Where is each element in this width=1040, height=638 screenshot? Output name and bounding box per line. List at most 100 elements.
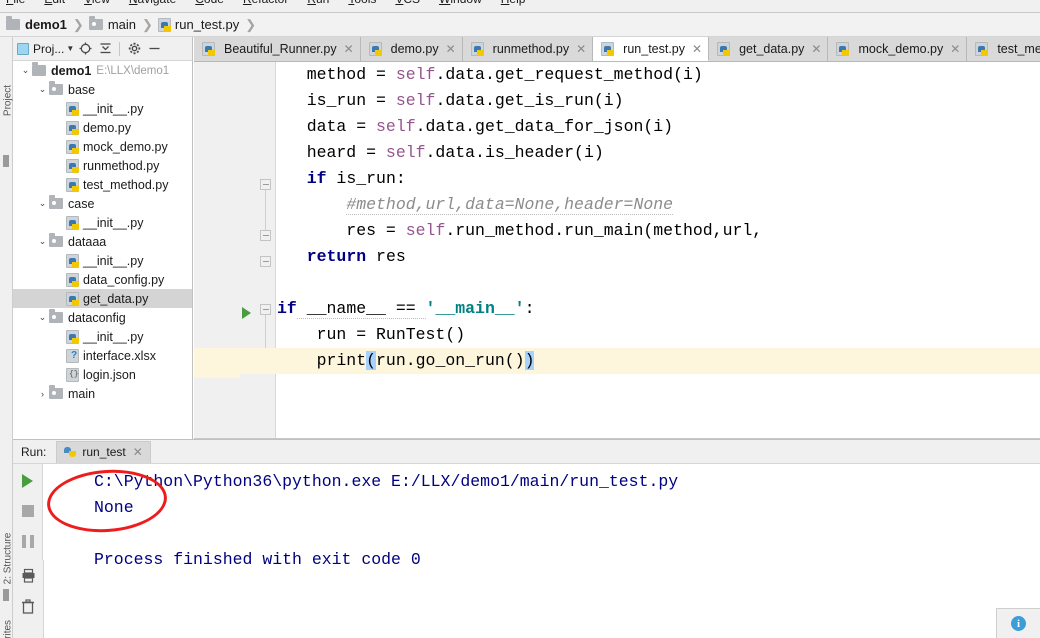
code-line-22: res = self.run_method.run_main(method,ur… <box>277 221 763 240</box>
tree-item-init-py[interactable]: __init__.py <box>13 327 192 346</box>
fold-marker-icon[interactable] <box>260 179 271 190</box>
editor-tab-run-test-py[interactable]: run_test.py ✕ <box>593 37 710 61</box>
close-icon[interactable]: ✕ <box>811 42 821 56</box>
menu-item-navigate[interactable]: Navigate <box>129 0 176 6</box>
tree-item-label: case <box>68 196 95 211</box>
menu-item-view[interactable]: View <box>84 0 110 6</box>
stripe-button-favorites[interactable]: Favorites <box>3 610 14 638</box>
folder-source-icon <box>49 81 63 95</box>
settings-gear-icon[interactable] <box>125 40 143 58</box>
left-tool-window-stripe: Project 2: Structure Favorites <box>0 37 14 638</box>
hide-tool-window-icon[interactable] <box>145 40 163 58</box>
menu-item-help[interactable]: Help <box>501 0 526 6</box>
chevron-down-icon[interactable]: ⌄ <box>19 65 32 76</box>
printer-icon[interactable] <box>17 564 39 586</box>
tree-item-init-py[interactable]: __init__.py <box>13 213 192 232</box>
code-line-20: if is_run: <box>306 169 406 188</box>
code-line-19: heard = self.data.is_header(i) <box>277 143 604 162</box>
editor-tab-demo-py[interactable]: demo.py ✕ <box>360 37 463 61</box>
fold-marker-icon[interactable] <box>260 256 271 267</box>
tree-item-demo-py[interactable]: demo.py <box>13 118 192 137</box>
folder-source-icon <box>49 309 63 323</box>
code-text[interactable]: method = self.data.get_request_method(i)… <box>194 62 1040 439</box>
stripe-button-project[interactable]: Project <box>3 77 14 125</box>
tree-item-main[interactable]: › main <box>13 384 192 403</box>
menu-item-edit[interactable]: Edit <box>44 0 65 6</box>
editor-tab-get-data-py[interactable]: get_data.py ✕ <box>709 37 829 61</box>
run-tool-window: Run: run_test ✕ C:\Python\Python36\pytho… <box>13 439 1040 638</box>
stop-icon[interactable] <box>17 500 39 522</box>
tree-item-init-py[interactable]: __init__.py <box>13 251 192 270</box>
chevron-down-icon[interactable]: ⌄ <box>36 84 49 95</box>
tree-item-get-data-py[interactable]: get_data.py <box>13 289 192 308</box>
tree-item-case[interactable]: ⌄ case <box>13 194 192 213</box>
pycharm-window: File Edit View Navigate Code Refactor Run Tools… <box>0 0 1040 638</box>
breadcrumb-separator-icon: ❯ <box>142 16 153 32</box>
menu-item-refactor[interactable]: Refactor <box>243 0 288 6</box>
run-pane-label: Run: <box>21 445 47 459</box>
stripe-button-structure[interactable]: 2: Structure <box>3 528 14 590</box>
rerun-icon[interactable] <box>17 470 39 492</box>
menu-item-file[interactable]: File <box>6 0 25 6</box>
tree-item-init-py[interactable]: __init__.py <box>13 99 192 118</box>
python-file-icon <box>66 101 79 116</box>
tree-item-base[interactable]: ⌄ base <box>13 80 192 99</box>
menu-item-run[interactable]: Run <box>307 0 329 6</box>
run-line-marker-icon[interactable] <box>242 307 251 319</box>
tree-item-test-method-py[interactable]: test_method.py <box>13 175 192 194</box>
folder-source-icon <box>49 233 63 247</box>
close-icon[interactable]: ✕ <box>576 42 586 56</box>
python-file-icon <box>470 42 484 56</box>
python-file-icon <box>66 158 79 173</box>
close-icon[interactable]: ✕ <box>950 42 960 56</box>
code-editor[interactable]: 16 17 18 19 20 21 22 23 24 25 26 27 meth… <box>194 62 1040 439</box>
console-line: Process finished with exit code 0 <box>94 550 421 569</box>
menu-bar: File Edit View Navigate Code Refactor Run Tools… <box>0 0 1040 13</box>
tree-item-mock-demo-py[interactable]: mock_demo.py <box>13 137 192 156</box>
chevron-right-icon[interactable]: › <box>36 389 49 399</box>
menu-item-tools[interactable]: Tools <box>348 0 376 6</box>
chevron-down-icon[interactable]: ⌄ <box>36 312 49 323</box>
tree-item-login-json[interactable]: login.json <box>13 365 192 384</box>
info-badge[interactable]: i <box>1011 616 1026 631</box>
close-icon[interactable]: ✕ <box>692 42 702 56</box>
notification-area[interactable]: i <box>996 608 1040 638</box>
run-tab-run-test[interactable]: run_test ✕ <box>56 441 151 463</box>
stripe-marker <box>3 155 9 167</box>
editor-tab-beautiful-runner-py[interactable]: Beautiful_Runner.py ✕ <box>194 37 361 61</box>
tree-item-runmethod-py[interactable]: runmethod.py <box>13 156 192 175</box>
editor-tab-bar[interactable]: Beautiful_Runner.py ✕ demo.py ✕ runmethod.py… <box>194 37 1040 62</box>
pause-icon[interactable] <box>17 530 39 552</box>
close-icon[interactable]: ✕ <box>133 445 143 459</box>
chevron-down-icon[interactable]: ⌄ <box>36 236 49 247</box>
folder-source-icon <box>49 385 63 399</box>
breadcrumb-item-run-test[interactable]: run_test.py <box>157 17 239 32</box>
collapse-all-icon[interactable] <box>96 40 114 58</box>
folder-source-icon <box>88 16 103 30</box>
close-icon[interactable]: ✕ <box>344 42 354 56</box>
tree-item-dataaa[interactable]: ⌄ dataaa <box>13 232 192 251</box>
breadcrumb-item-main[interactable]: main <box>88 16 136 32</box>
python-file-icon <box>66 253 79 268</box>
chevron-down-icon[interactable]: ⌄ <box>36 198 49 209</box>
close-icon[interactable]: ✕ <box>446 42 456 56</box>
scroll-from-source-icon[interactable] <box>76 40 94 58</box>
project-tree[interactable]: ⌄ demo1 E:\LLX\demo1 ⌄ base __init__.py demo.p… <box>13 61 192 439</box>
breadcrumb-item-demo1[interactable]: demo1 <box>6 16 67 32</box>
menu-item-window[interactable]: Window <box>439 0 482 6</box>
fold-marker-icon[interactable] <box>260 230 271 241</box>
console-output[interactable]: C:\Python\Python36\python.exe E:/LLX/dem… <box>44 464 1040 638</box>
fold-marker-icon[interactable] <box>260 304 271 315</box>
project-view-selector[interactable]: Proj... ▼ <box>17 42 74 56</box>
python-file-icon <box>157 17 171 32</box>
editor-tab-runmethod-py[interactable]: runmethod.py ✕ <box>462 37 594 61</box>
tree-item-demo1[interactable]: ⌄ demo1 E:\LLX\demo1 <box>13 61 192 80</box>
tree-item-dataconfig[interactable]: ⌄ dataconfig <box>13 308 192 327</box>
editor-tab-mock-demo-py[interactable]: mock_demo.py ✕ <box>828 37 968 61</box>
tree-item-interface-xlsx[interactable]: interface.xlsx <box>13 346 192 365</box>
tree-item-data-config-py[interactable]: data_config.py <box>13 270 192 289</box>
editor-tab-test-method-py[interactable]: test_method.py✕ <box>967 37 1040 61</box>
trash-icon[interactable] <box>17 595 39 617</box>
menu-item-code[interactable]: Code <box>195 0 224 6</box>
menu-item-vcs[interactable]: VCS <box>395 0 420 6</box>
